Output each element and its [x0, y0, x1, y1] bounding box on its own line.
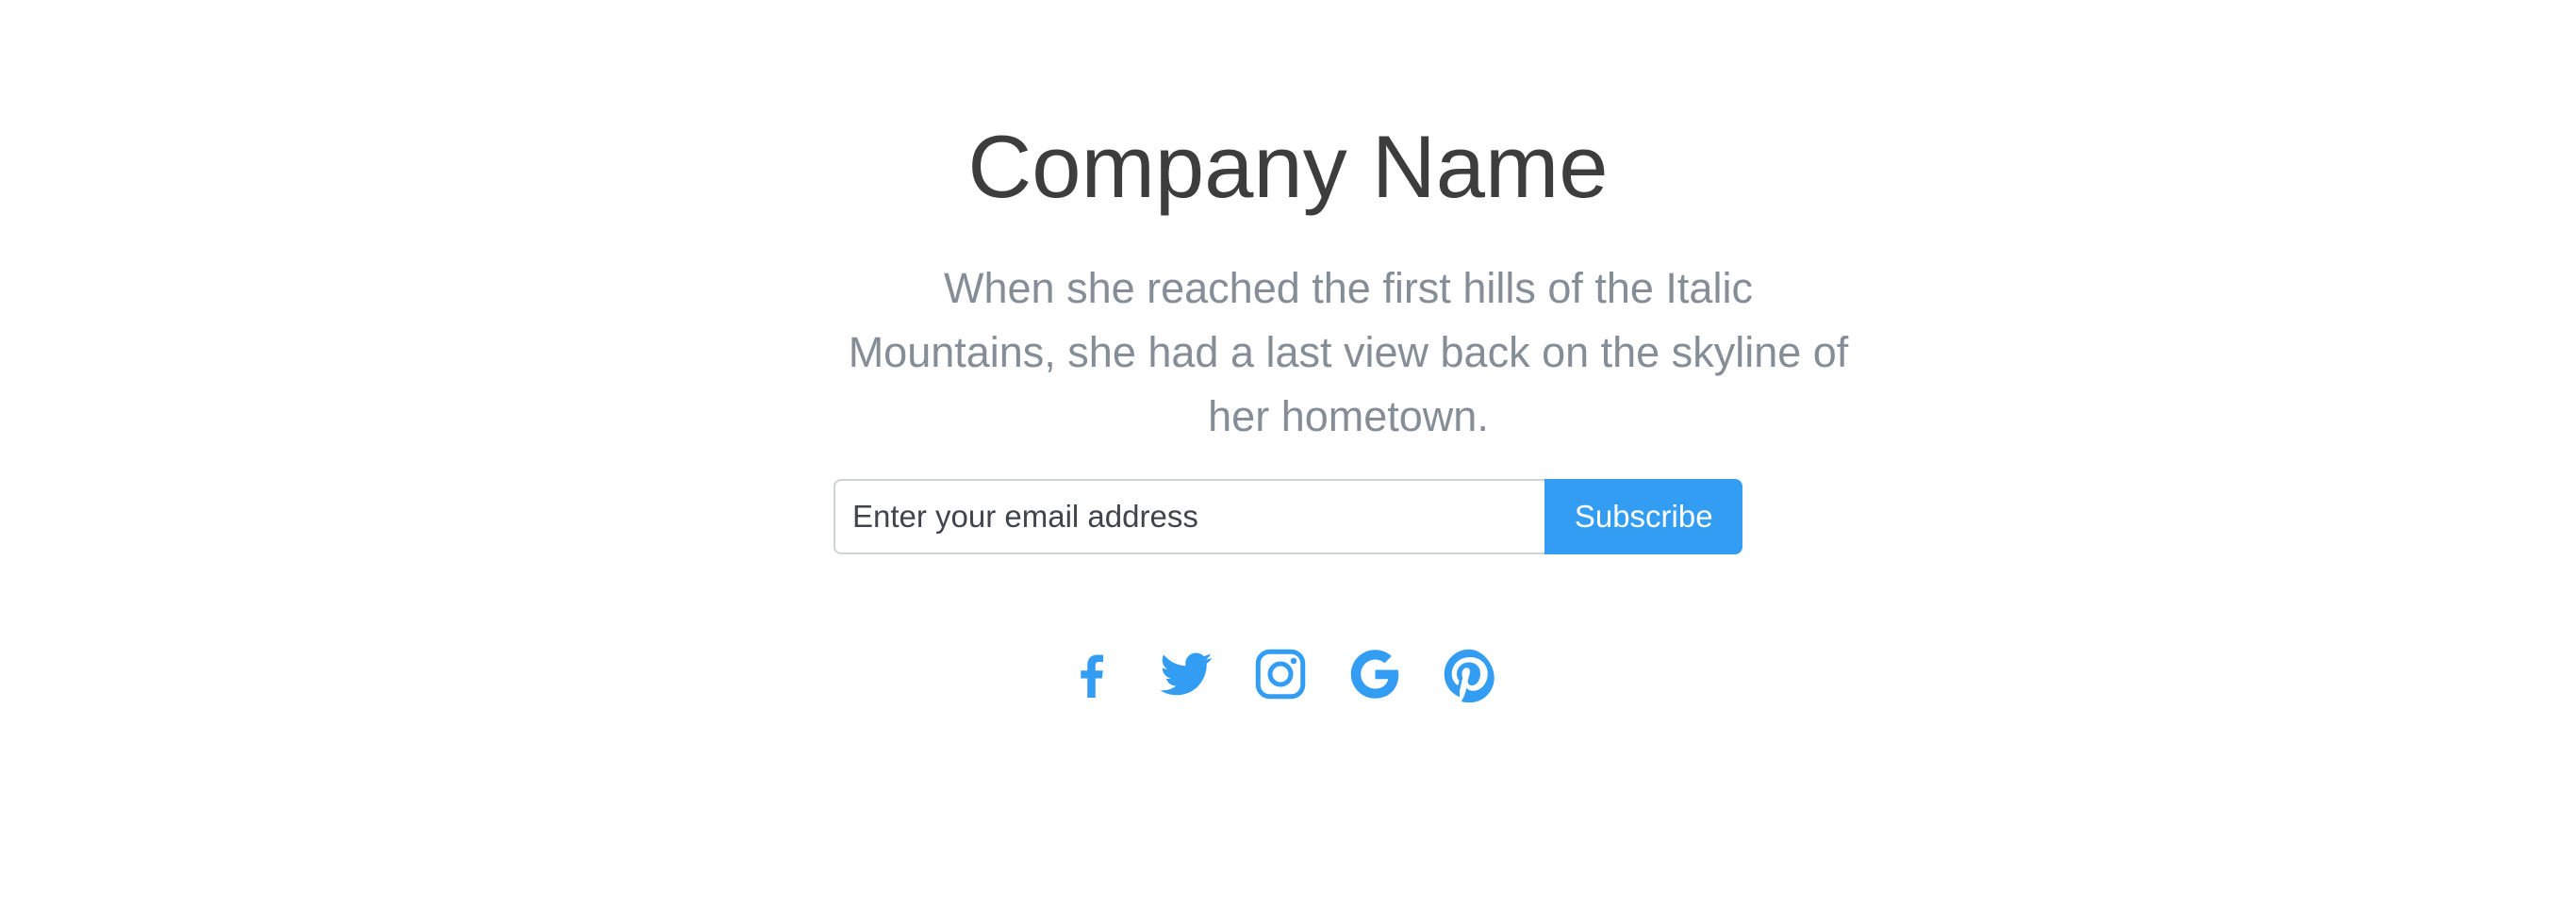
page: Company Name When she reached the first … [0, 0, 2576, 907]
facebook-link[interactable] [1064, 646, 1120, 702]
instagram-link[interactable] [1252, 646, 1309, 702]
facebook-icon [1081, 654, 1103, 698]
google-link[interactable] [1346, 646, 1403, 702]
subscribe-form: Subscribe [834, 479, 1742, 554]
page-title: Company Name [967, 117, 1609, 216]
social-links [1064, 641, 1516, 707]
email-input[interactable] [834, 479, 1545, 554]
twitter-link[interactable] [1158, 646, 1214, 702]
subscribe-button[interactable]: Subscribe [1544, 479, 1742, 554]
pinterest-link[interactable] [1441, 646, 1497, 702]
tagline: When she reached the first hills of the … [848, 264, 1849, 440]
twitter-icon [1160, 652, 1213, 696]
google-icon [1350, 650, 1399, 699]
instagram-icon [1255, 649, 1306, 700]
pinterest-icon [1444, 649, 1494, 702]
